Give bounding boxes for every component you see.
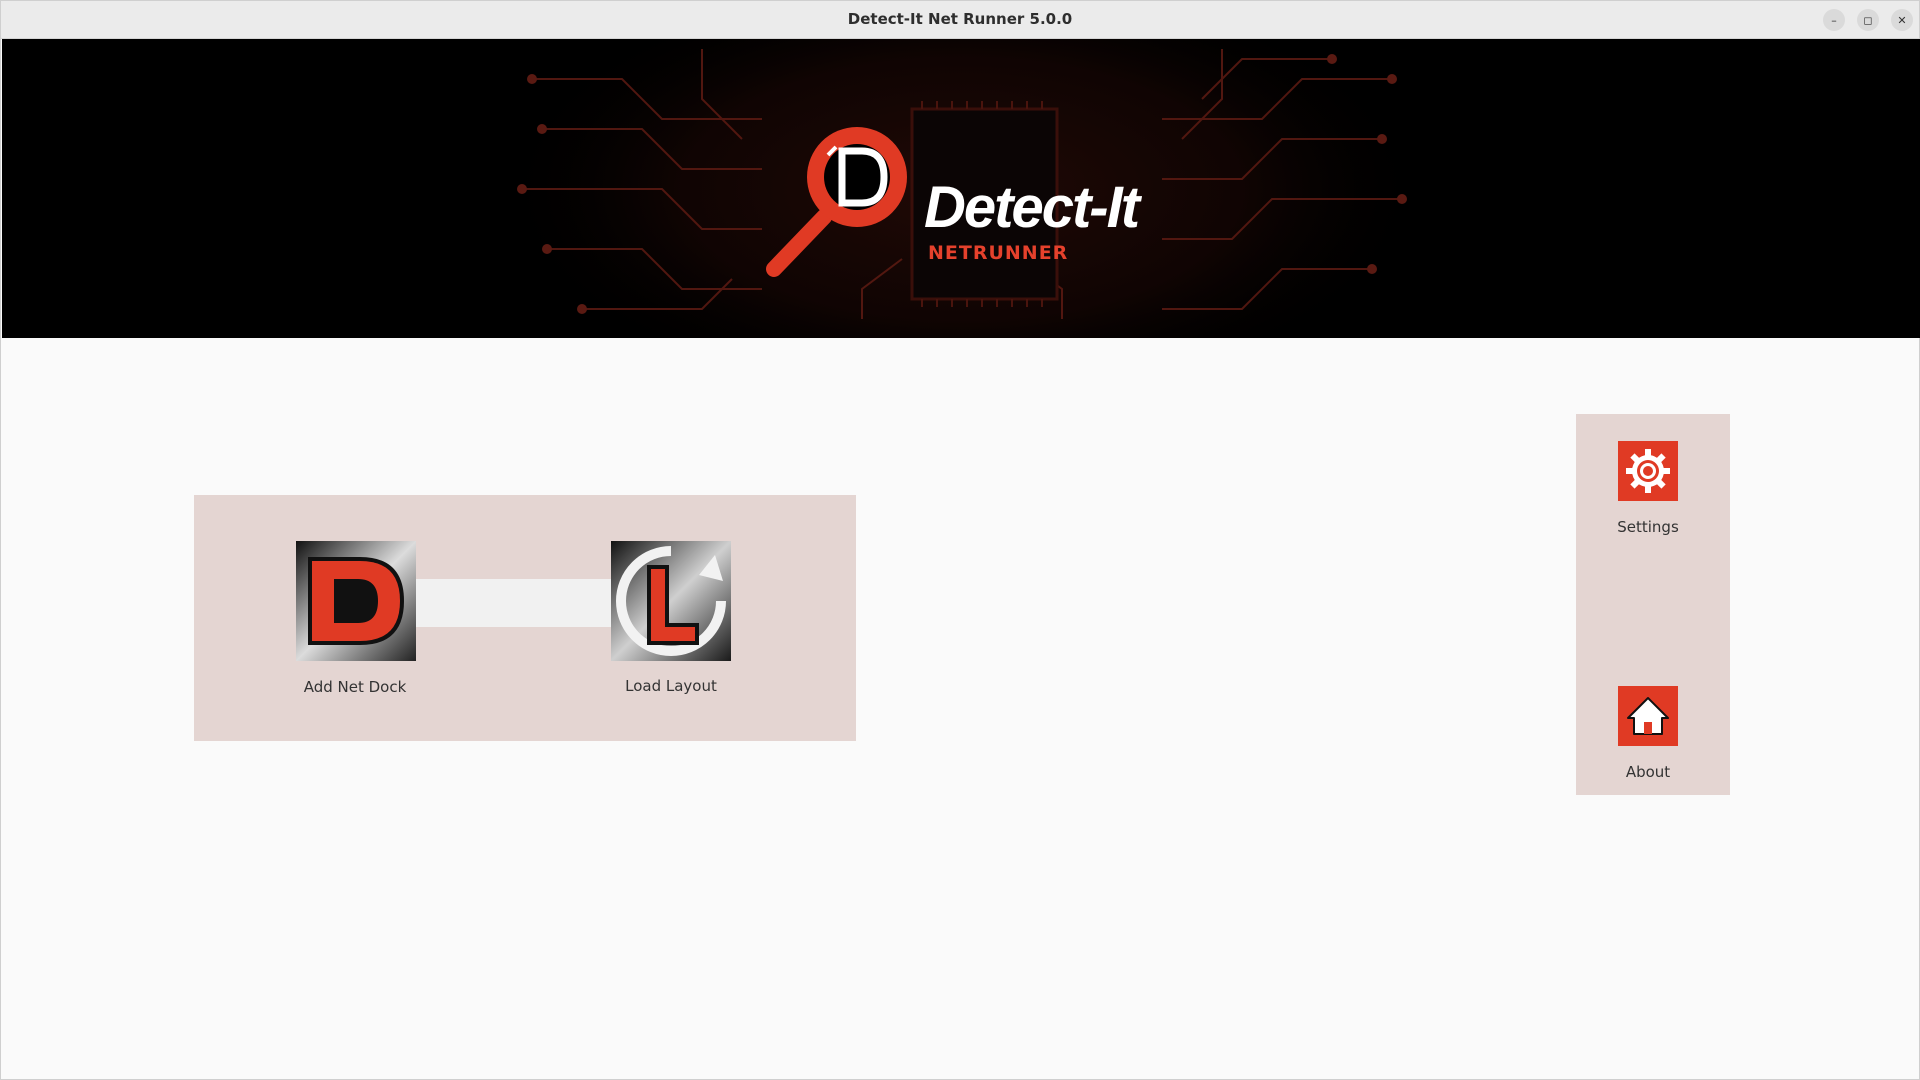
maximize-button[interactable]: ◻ <box>1857 9 1879 31</box>
gear-icon <box>1626 449 1670 493</box>
add-net-dock-label: Add Net Dock <box>303 678 407 696</box>
minimize-icon: – <box>1831 13 1837 27</box>
settings-button[interactable] <box>1618 441 1678 501</box>
about-label: About <box>1625 763 1671 781</box>
add-net-dock-button[interactable] <box>296 541 416 661</box>
header-banner: Detect-It NETRUNNER <box>2 39 1920 338</box>
about-button[interactable] <box>1618 686 1678 746</box>
title-bar: Detect-It Net Runner 5.0.0 – ◻ ✕ <box>1 1 1919 39</box>
load-layout-label: Load Layout <box>625 677 717 695</box>
tile-connector <box>416 579 611 627</box>
minimize-button[interactable]: – <box>1823 9 1845 31</box>
close-icon: ✕ <box>1897 13 1907 27</box>
home-icon <box>1627 697 1669 735</box>
maximize-icon: ◻ <box>1863 13 1873 27</box>
l-letter-refresh-icon <box>611 541 731 661</box>
app-window: Detect-It Net Runner 5.0.0 – ◻ ✕ Detect-… <box>0 0 1920 1080</box>
magnifier-logo-icon <box>766 127 907 277</box>
logo-subtitle: NETRUNNER <box>928 242 1069 264</box>
logo-wordmark: Detect-It <box>924 175 1140 240</box>
close-button[interactable]: ✕ <box>1891 9 1913 31</box>
d-letter-icon <box>296 541 416 661</box>
window-title: Detect-It Net Runner 5.0.0 <box>847 10 1073 28</box>
detect-it-logo: Detect-It NETRUNNER <box>762 119 1162 279</box>
settings-label: Settings <box>1617 518 1679 536</box>
load-layout-button[interactable] <box>611 541 731 661</box>
